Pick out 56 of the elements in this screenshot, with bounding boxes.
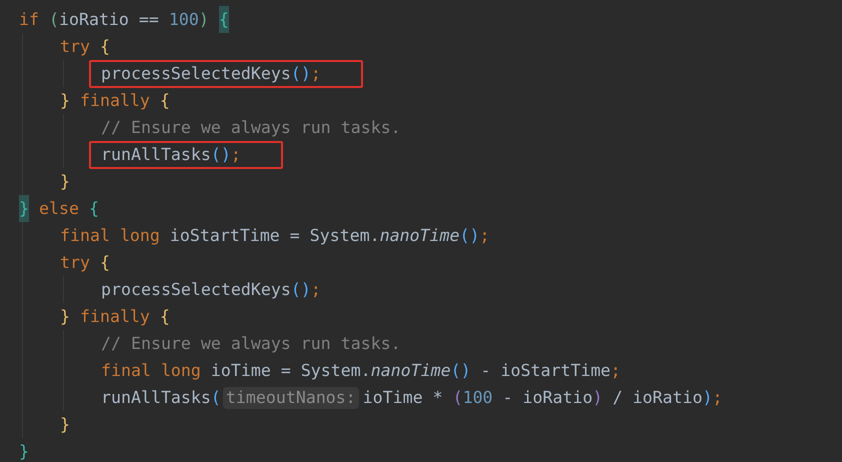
bracket: ( [210, 387, 221, 409]
static-method-name: nanoTime [370, 360, 451, 382]
keyword: finally [80, 90, 151, 112]
identifier: ioStartTime = System. [170, 225, 380, 247]
number-literal: 100 [168, 9, 199, 31]
matched-brace: } [19, 195, 29, 222]
parameter-hint: timeoutNanos: [222, 386, 359, 408]
bracket: { [100, 252, 110, 274]
code-comment: // Ensure we always run tasks. [101, 117, 401, 139]
identifier: ioTime * [362, 387, 444, 409]
bracket: () [290, 64, 311, 84]
bracket: { [88, 198, 99, 220]
method-name: runAllTasks [101, 144, 211, 164]
semicolon: ; [610, 360, 621, 382]
bracket: ( [48, 9, 59, 31]
bracket: () [290, 279, 311, 301]
bracket: () [460, 225, 480, 247]
static-method-name: nanoTime [380, 225, 460, 247]
bracket: } [60, 90, 71, 112]
semicolon: ; [230, 144, 241, 164]
number-literal: 100 [462, 387, 493, 409]
keyword: final long [60, 225, 161, 247]
keyword: try [60, 252, 91, 274]
keyword: else [38, 198, 80, 220]
bracket: { [100, 36, 110, 58]
identifier: / ioRatio [612, 387, 702, 409]
bracket: ( [452, 387, 463, 409]
keyword: finally [80, 306, 151, 328]
bracket: () [450, 360, 471, 382]
code-comment: // Ensure we always run tasks. [101, 333, 401, 355]
bracket: ) [702, 387, 712, 409]
identifier: - ioRatio [502, 387, 593, 409]
semicolon: ; [310, 279, 321, 301]
keyword: try [60, 36, 91, 58]
method-name: processSelectedKeys [101, 279, 291, 301]
bracket: () [210, 144, 231, 164]
bracket: { [160, 306, 170, 328]
semicolon: ; [712, 387, 722, 409]
semicolon: ; [310, 64, 321, 84]
bracket: } [60, 306, 71, 328]
bracket: } [60, 414, 70, 436]
bracket: ) [198, 9, 210, 31]
identifier: - ioStartTime [480, 360, 611, 382]
bracket: { [160, 90, 170, 112]
method-name: processSelectedKeys [101, 64, 291, 84]
semicolon: ; [480, 225, 490, 247]
bracket: } [19, 441, 29, 462]
keyword: final long [101, 360, 202, 382]
matched-brace: { [218, 6, 229, 33]
identifier: ioTime = System. [210, 360, 371, 382]
bracket: } [60, 171, 70, 193]
bracket: ) [592, 387, 603, 409]
identifier: ioRatio [58, 9, 130, 31]
keyword: if [19, 9, 40, 31]
method-name: runAllTasks [101, 387, 211, 409]
operator: == [138, 9, 160, 31]
